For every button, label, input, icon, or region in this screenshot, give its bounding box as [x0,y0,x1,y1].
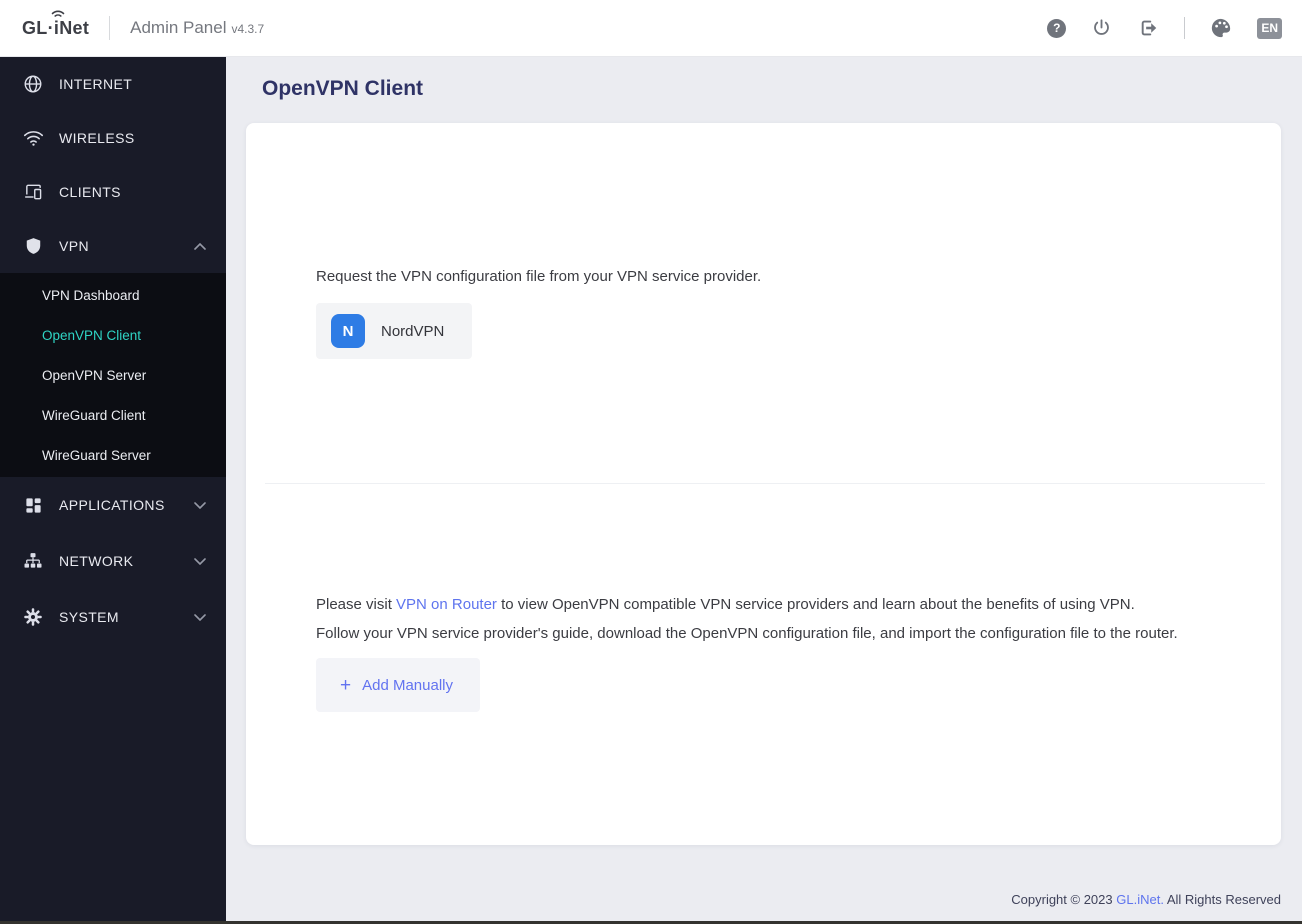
sidebar-item-label: SYSTEM [59,609,119,625]
logo-text-right: Net [59,17,90,38]
glinet-link[interactable]: GL.iNet. [1116,892,1164,907]
app-title: Admin Panel v4.3.7 [130,18,264,38]
add-manually-button[interactable]: + Add Manually [316,658,480,712]
chevron-down-icon [194,557,206,565]
language-badge[interactable]: EN [1257,17,1282,39]
manual-line1-suffix: to view OpenVPN compatible VPN service p… [496,596,1135,613]
shield-icon [22,236,44,256]
sidebar-item-label: WIRELESS [59,130,135,146]
manual-line1-prefix: Please visit [316,596,397,613]
main-content: OpenVPN Client Request the VPN configura… [226,57,1302,924]
logo-wifi-icon [51,10,65,17]
content-card: Request the VPN configuration file from … [246,123,1281,845]
submenu-item-wireguard-client[interactable]: WireGuard Client [0,395,226,435]
header-actions: ? EN [1047,17,1282,39]
grid-icon [22,496,44,515]
footer-copyright: Copyright © 2023 GL.iNet. All Rights Res… [1011,892,1281,907]
brand-logo[interactable]: GL· i Net [22,10,90,39]
nordvpn-button[interactable]: N NordVPN [316,303,473,359]
section-divider [265,483,1265,484]
submenu-item-openvpn-server[interactable]: OpenVPN Server [0,355,226,395]
sidebar-item-label: CLIENTS [59,184,121,200]
nordvpn-label: NordVPN [381,322,445,340]
sidebar-item-label: APPLICATIONS [59,497,165,513]
add-manually-label: Add Manually [362,676,453,694]
power-icon[interactable] [1091,18,1112,39]
chevron-down-icon [194,613,206,621]
sidebar-item-label: NETWORK [59,553,134,569]
theme-palette-icon[interactable] [1210,17,1232,39]
devices-icon [22,182,44,202]
sidebar-item-label: INTERNET [59,76,133,92]
manual-line2: Follow your VPN service provider's guide… [316,625,1178,642]
manual-instructions: Please visit VPN on Router to view OpenV… [316,590,1178,648]
provider-instruction: Request the VPN configuration file from … [316,268,762,285]
logout-icon[interactable] [1137,17,1159,39]
chevron-up-icon [194,242,206,250]
submenu-item-openvpn-client[interactable]: OpenVPN Client [0,315,226,355]
header-icons-divider [1184,17,1186,39]
sidebar-item-internet[interactable]: INTERNET [0,57,226,111]
plus-icon: + [340,674,352,696]
logo-text-left: GL· [22,17,54,38]
chevron-down-icon [194,501,206,509]
help-icon[interactable]: ? [1047,18,1067,38]
sidebar: INTERNET WIRELESS CLIENTS VPN VPN Dashbo… [0,57,226,924]
app-title-text: Admin Panel [130,18,227,37]
gear-icon [22,607,44,627]
sidebar-item-clients[interactable]: CLIENTS [0,165,226,219]
nordvpn-logo-icon: N [331,314,365,348]
app-version: v4.3.7 [231,22,265,36]
submenu-item-wireguard-server[interactable]: WireGuard Server [0,435,226,475]
copyright-suffix: All Rights Reserved [1163,892,1281,907]
wifi-icon [22,129,44,147]
sidebar-item-wireless[interactable]: WIRELESS [0,111,226,165]
logo-letter-i: i [51,10,65,39]
vpn-submenu: VPN Dashboard OpenVPN Client OpenVPN Ser… [0,273,226,477]
sidebar-item-network[interactable]: NETWORK [0,533,226,589]
top-header: GL· i Net Admin Panel v4.3.7 ? EN [0,0,1302,57]
sidebar-item-label: VPN [59,238,89,254]
sidebar-item-system[interactable]: SYSTEM [0,589,226,645]
vpn-on-router-link[interactable]: VPN on Router [396,596,497,613]
sidebar-item-vpn[interactable]: VPN [0,219,226,273]
page-title: OpenVPN Client [262,77,424,100]
network-icon [22,551,44,571]
copyright-prefix: Copyright © 2023 [1011,892,1117,907]
sidebar-item-applications[interactable]: APPLICATIONS [0,477,226,533]
globe-icon [22,74,44,94]
header-divider [109,16,111,40]
submenu-item-vpn-dashboard[interactable]: VPN Dashboard [0,275,226,315]
